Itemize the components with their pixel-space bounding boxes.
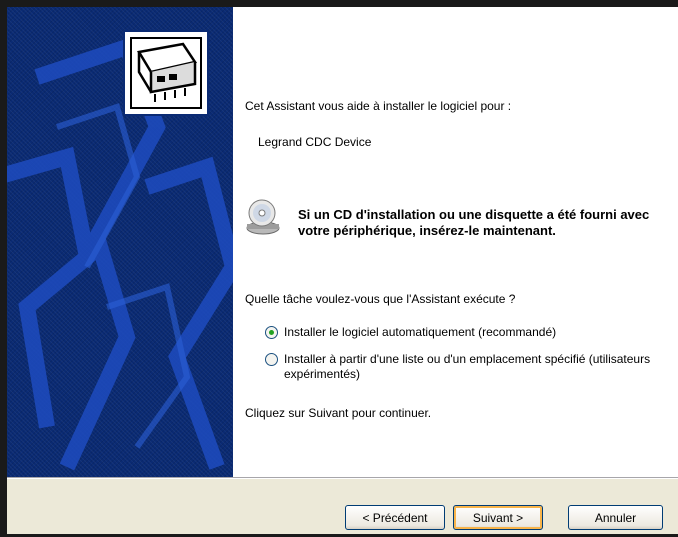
button-bar: < Précédent Suivant > Annuler — [7, 477, 678, 534]
back-button[interactable]: < Précédent — [345, 505, 445, 530]
option-manual-label: Installer à partir d'une liste ou d'un e… — [284, 352, 651, 381]
task-question: Quelle tâche voulez-vous que l'Assistant… — [245, 292, 516, 306]
wizard-content: Cet Assistant vous aide à installer le l… — [233, 7, 678, 477]
radio-manual[interactable] — [265, 353, 278, 366]
hardware-card-icon — [123, 30, 209, 116]
next-button[interactable]: Suivant > — [453, 505, 543, 530]
cd-prompt: Si un CD d'installation ou une disquette… — [298, 207, 650, 238]
option-manual[interactable]: Installer à partir d'une liste ou d'un e… — [265, 352, 654, 382]
radio-automatic[interactable] — [265, 326, 278, 339]
device-name: Legrand CDC Device — [258, 135, 372, 149]
continue-hint: Cliquez sur Suivant pour continuer. — [245, 406, 432, 420]
wizard-window: Cet Assistant vous aide à installer le l… — [0, 0, 678, 537]
intro-text: Cet Assistant vous aide à installer le l… — [245, 99, 512, 113]
wizard-banner — [7, 7, 233, 477]
cancel-button[interactable]: Annuler — [568, 505, 663, 530]
option-automatic[interactable]: Installer le logiciel automatiquement (r… — [265, 325, 556, 340]
cd-drive-icon — [245, 198, 281, 236]
option-automatic-label: Installer le logiciel automatiquement (r… — [284, 325, 557, 339]
